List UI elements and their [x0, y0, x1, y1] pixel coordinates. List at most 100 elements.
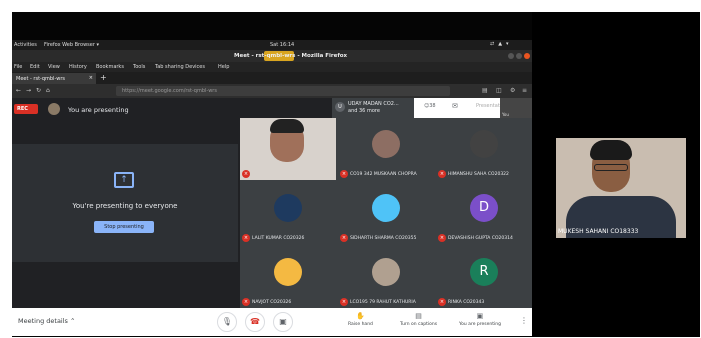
new-tab-button[interactable]: +: [100, 73, 107, 82]
present-screen-icon: ↑: [114, 172, 134, 188]
extension-icon[interactable]: ⚙: [510, 87, 515, 94]
browser-tab-meet[interactable]: Meet - rst-qmbl-wrs ×: [12, 73, 96, 84]
maximize-button[interactable]: [516, 53, 522, 59]
avatar: [48, 103, 60, 115]
mic-muted-icon: ×: [438, 234, 446, 242]
stop-presenting-button[interactable]: Stop presenting: [94, 221, 154, 233]
menu-history[interactable]: History: [69, 64, 87, 70]
participant-avatar: R: [470, 258, 498, 286]
mic-muted-icon: ×: [340, 298, 348, 306]
hang-up-icon: ☎: [250, 317, 260, 326]
menu-view[interactable]: View: [48, 64, 60, 70]
mic-muted-icon: ×: [438, 298, 446, 306]
participant-avatar: [372, 258, 400, 286]
sidebar-icon[interactable]: ◫: [496, 87, 502, 94]
close-tab-icon[interactable]: ×: [89, 75, 93, 81]
more-options-icon[interactable]: ⋮: [520, 316, 528, 325]
url-text: https://meet.google.com/rst-qmbl-wrs: [122, 88, 217, 94]
app-menu[interactable]: Firefox Web Browser ▾: [44, 42, 99, 48]
camera-video: [556, 138, 686, 238]
participant-initial-avatar: U: [335, 102, 345, 112]
meeting-details-button[interactable]: Meeting details ⌃: [18, 317, 75, 325]
participant-avatar: [274, 258, 302, 286]
participant-count: 38: [429, 103, 436, 109]
camera-name-label: MUKESH SAHANI CO18333: [558, 228, 639, 235]
mic-muted-icon: ×: [242, 234, 250, 242]
participant-name: CO19 342 MUSKAAN CHOPRA: [350, 172, 417, 177]
participants-chip-line1: UDAY MADAN CO2...: [348, 101, 399, 107]
participant-name: LALIT KUMAR CO20326: [252, 236, 305, 241]
captions-icon: ▤: [415, 312, 422, 320]
system-tray-icons[interactable]: ⇄▲▾: [490, 41, 513, 47]
participant-tile[interactable]: × CO19 342 MUSKAAN CHOPRA: [338, 118, 434, 180]
participant-grid: × × CO19 342 MUSKAAN CHOPRA × HIMANSHU SAHA …: [240, 118, 532, 308]
participant-hair: [270, 119, 304, 133]
participant-tile[interactable]: × LCO195 79 RAHUT KATHURIA: [338, 246, 434, 308]
presenting-status: You are presenting: [68, 106, 129, 114]
participants-chip-line2: and 36 more: [348, 108, 380, 114]
participant-tile[interactable]: × NAVJOT CO20326: [240, 246, 336, 308]
chat-icon[interactable]: ✉: [452, 102, 458, 110]
participant-name: SIDHARTH SHARMA CO20355: [350, 236, 417, 241]
window-title-bar: Meet - rst-qmbl-wrs - Mozilla Firefox: [12, 50, 532, 62]
present-icon: ▣: [476, 312, 484, 320]
participant-tile[interactable]: ×: [240, 118, 336, 180]
raise-hand-button[interactable]: ✋ Raise hand: [348, 312, 373, 327]
activities-button[interactable]: Activities: [14, 42, 37, 48]
participant-name: RINKA CO20343: [448, 300, 485, 305]
mic-muted-icon: ×: [340, 170, 348, 178]
tab-bar: Meet - rst-qmbl-wrs × +: [12, 72, 532, 84]
microphone-button[interactable]: 🎙: [217, 312, 237, 332]
participant-tile[interactable]: × SIDHARTH SHARMA CO20355: [338, 182, 434, 244]
clock[interactable]: Sat 16:14: [270, 42, 294, 48]
os-top-bar: Activities Firefox Web Browser ▾ Sat 16:…: [12, 40, 532, 50]
participant-avatar: [372, 194, 400, 222]
participant-tile[interactable]: D × DEVASHISH GUPTA CO20314: [436, 182, 532, 244]
reload-icon[interactable]: ↻: [36, 87, 41, 94]
forward-icon[interactable]: →: [26, 87, 31, 94]
end-call-button[interactable]: ☎: [245, 312, 265, 332]
participant-avatar: [470, 130, 498, 158]
participant-tile[interactable]: R × RINKA CO20343: [436, 246, 532, 308]
participant-name: DEVASHISH GUPTA CO20314: [448, 236, 513, 241]
participant-tile[interactable]: × HIMANSHU SAHA CO20322: [436, 118, 532, 180]
home-icon[interactable]: ⌂: [46, 87, 50, 94]
mic-muted-icon: ×: [242, 298, 250, 306]
presenting-label: You are presenting: [459, 322, 501, 327]
menu-tools[interactable]: Tools: [133, 64, 145, 70]
recording-badge: REC: [14, 104, 38, 114]
participant-avatar: [372, 130, 400, 158]
chevron-up-icon: ⌃: [70, 317, 76, 325]
meet-main-area: REC You are presenting U UDAY MADAN CO2.…: [12, 98, 532, 308]
participant-name: LCO195 79 RAHUT KATHURIA: [350, 300, 416, 305]
menu-help[interactable]: Help: [218, 64, 229, 70]
participant-tile[interactable]: × LALIT KUMAR CO20326: [240, 182, 336, 244]
back-icon[interactable]: ←: [16, 87, 21, 94]
participant-avatar: D: [470, 194, 498, 222]
hand-icon: ✋: [356, 312, 365, 320]
menu-file[interactable]: File: [14, 64, 22, 70]
person-hair: [590, 140, 632, 160]
menu-edit[interactable]: Edit: [30, 64, 40, 70]
library-icon[interactable]: ▤: [482, 87, 488, 94]
presenting-button[interactable]: ▣ You are presenting: [459, 312, 501, 327]
meet-bottom-bar: Meeting details ⌃ 🎙 ☎ ▣ ✋ Raise hand ▤ T…: [12, 308, 532, 336]
menu-bookmarks[interactable]: Bookmarks: [96, 64, 124, 70]
participants-button[interactable]: ☺38: [424, 103, 436, 109]
close-window-button[interactable]: [524, 53, 530, 59]
mic-muted-icon: ×: [242, 170, 250, 178]
self-video-tile[interactable]: You: [500, 98, 532, 118]
participant-name: NAVJOT CO20326: [252, 300, 292, 305]
camera-button[interactable]: ▣: [273, 312, 293, 332]
meet-top-controls: ☺38 ✉ Presentation: [414, 98, 507, 118]
minimize-button[interactable]: [508, 53, 514, 59]
raise-hand-label: Raise hand: [348, 322, 373, 327]
menu-icon[interactable]: ≡: [522, 87, 527, 94]
captions-button[interactable]: ▤ Turn on captions: [400, 312, 437, 327]
url-bar[interactable]: https://meet.google.com/rst-qmbl-wrs: [116, 86, 450, 96]
meeting-details-label: Meeting details: [18, 317, 68, 325]
participants-chip[interactable]: U UDAY MADAN CO2... and 36 more: [332, 98, 414, 118]
window-title: Meet - rst-qmbl-wrs - Mozilla Firefox: [234, 53, 348, 59]
rec-label: REC: [17, 106, 28, 112]
menu-tab-sharing[interactable]: Tab sharing Devices: [155, 64, 205, 70]
